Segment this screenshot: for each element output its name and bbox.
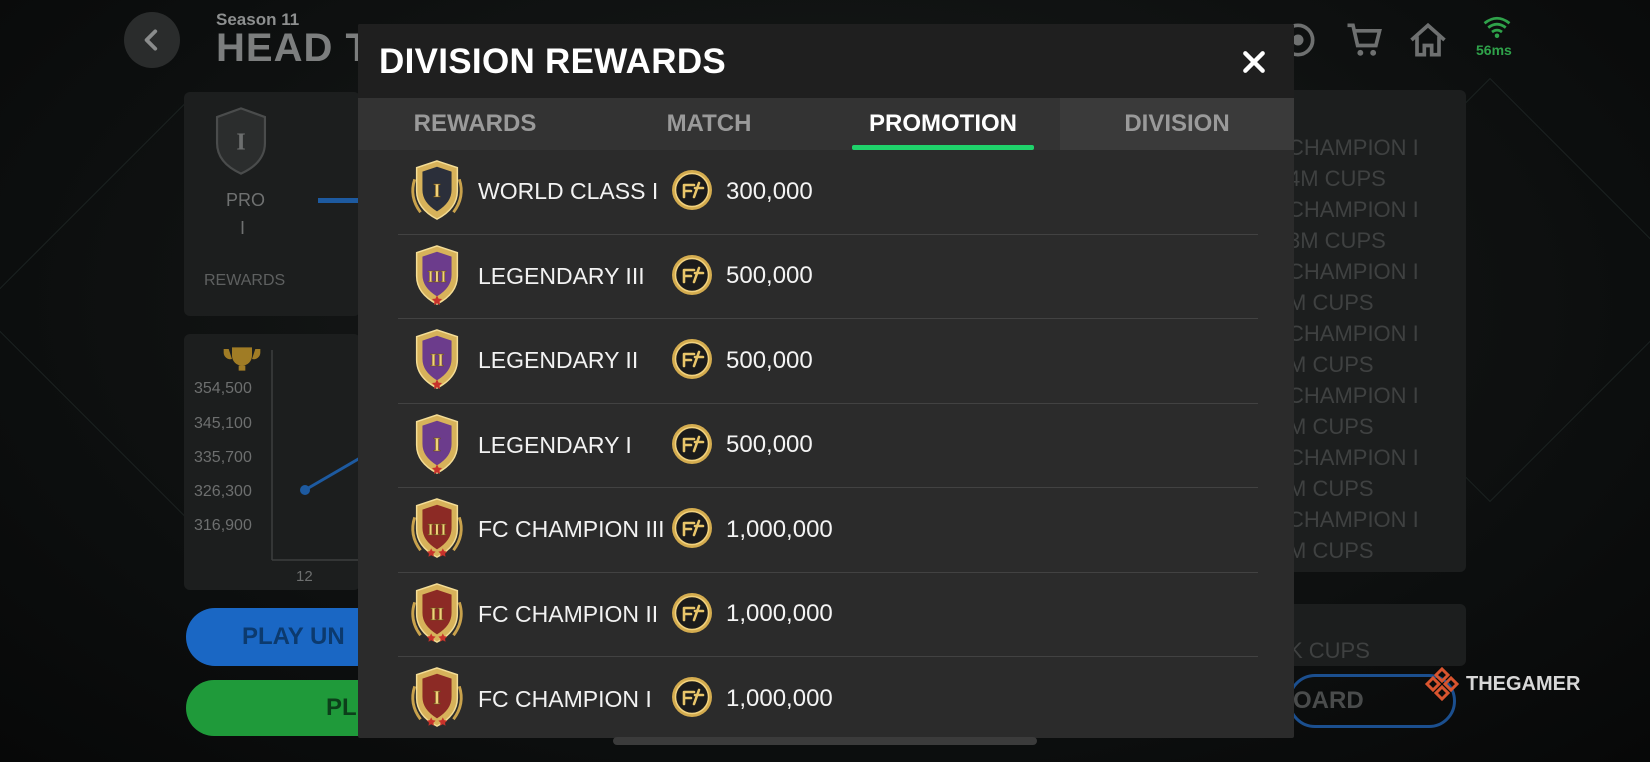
close-button[interactable]	[1234, 42, 1274, 82]
tab-label: DIVISION	[1124, 110, 1230, 137]
legendary-badge-icon: I	[406, 412, 468, 476]
watermark: THEGAMER	[1424, 666, 1580, 702]
current-rank-item: IK CUPS	[1288, 607, 1370, 663]
modal-header: DIVISION REWARDS	[358, 24, 1294, 98]
wifi-icon	[1483, 16, 1511, 38]
chart-y-label: 354,500	[194, 380, 252, 397]
svg-text:II: II	[430, 603, 444, 623]
division-name: FC CHAMPION I	[478, 685, 652, 712]
world-class-badge-icon: I	[406, 158, 468, 222]
svg-text:I: I	[236, 130, 245, 156]
reward-amount: 500,000	[726, 346, 813, 374]
chevron-left-icon	[144, 29, 158, 51]
ping-label: 56ms	[1476, 42, 1512, 58]
tab-rewards[interactable]: REWARDS	[358, 98, 592, 150]
division-name: LEGENDARY II	[478, 347, 639, 374]
chart-y-label: 335,700	[194, 449, 252, 466]
trophy-icon	[223, 347, 261, 371]
tab-label: MATCH	[666, 110, 752, 137]
division-name: LEGENDARY I	[478, 431, 632, 458]
pro-rank: I	[240, 218, 246, 238]
division-name: FC CHAMPION III	[478, 516, 665, 543]
tab-bar: REWARDS MATCH PROMOTION DIVISION	[358, 98, 1294, 150]
leaderboard-button-label: OARD	[1293, 687, 1364, 714]
back-button[interactable]	[124, 12, 180, 68]
svg-text:I: I	[433, 687, 441, 709]
chart-y-label: 316,900	[194, 517, 252, 534]
reward-amount: 1,000,000	[726, 685, 833, 713]
reward-row: III LEGENDARY III 500,000	[398, 235, 1258, 319]
svg-text:II: II	[430, 350, 444, 370]
watermark-text: THEGAMER	[1466, 672, 1581, 695]
ladder-item: CHAMPION I 4M CUPS	[1288, 135, 1419, 191]
play-button-label: PLAY UN	[242, 623, 345, 650]
tab-label: REWARDS	[413, 110, 537, 137]
tab-match[interactable]: MATCH	[592, 98, 826, 150]
coin-icon	[671, 254, 713, 296]
svg-text:III: III	[427, 266, 446, 285]
scrollbar[interactable]	[613, 737, 1037, 745]
pro-badge-icon: I	[215, 107, 267, 175]
play-button-secondary[interactable]: PL	[186, 680, 386, 736]
ladder-item: CHAMPION IM CUPS	[1288, 321, 1419, 377]
reward-amount: 300,000	[726, 177, 813, 205]
tab-promotion[interactable]: PROMOTION	[826, 98, 1060, 150]
play-button[interactable]: PLAY UN	[186, 608, 386, 666]
reward-row: III FC CHAMPION III 1,000,000	[398, 488, 1258, 573]
fc-champion-badge-icon: II	[406, 581, 468, 645]
fc-champion-badge-icon: I	[406, 665, 468, 729]
coin-icon	[671, 423, 713, 465]
ladder-item: CHAMPION IM CUPS	[1288, 383, 1419, 439]
ladder-item: CHAMPION I 3M CUPS	[1288, 197, 1419, 253]
division-name: WORLD CLASS I	[478, 178, 659, 205]
division-name: FC CHAMPION II	[478, 600, 659, 627]
chart-x-label: 12	[296, 568, 313, 585]
reward-amount: 500,000	[726, 431, 813, 459]
close-icon	[1243, 51, 1265, 73]
reward-row: II LEGENDARY II 500,000	[398, 319, 1258, 404]
tab-label: PROMOTION	[869, 110, 1017, 137]
coin-icon	[671, 507, 713, 549]
chart-y-label: 345,100	[194, 415, 252, 432]
coin-icon	[671, 338, 713, 380]
reward-amount: 1,000,000	[726, 600, 833, 628]
chart-y-label: 326,300	[194, 483, 252, 500]
reward-row: I FC CHAMPION I 1,000,000	[398, 657, 1258, 738]
cart-icon[interactable]	[1342, 18, 1386, 62]
svg-text:III: III	[427, 520, 446, 539]
home-icon[interactable]	[1406, 18, 1450, 62]
pro-label: PRO	[226, 190, 266, 210]
promotion-rewards-list: I WORLD CLASS I 300,000 III LEGENDARY III 500…	[398, 150, 1258, 738]
thegamer-logo-icon	[1424, 666, 1460, 702]
tab-division[interactable]: DIVISION	[1060, 98, 1294, 150]
svg-text:I: I	[433, 433, 441, 455]
legendary-badge-icon: III	[406, 243, 468, 307]
ladder-item: CHAMPION IM CUPS	[1288, 259, 1419, 315]
ladder-item: CHAMPION IM CUPS	[1288, 507, 1419, 563]
chart-plot	[271, 350, 360, 561]
coin-icon	[671, 169, 713, 211]
division-rewards-modal: DIVISION REWARDS REWARDS MATCH PROMOTION…	[358, 24, 1294, 738]
division-name: LEGENDARY III	[478, 262, 645, 289]
svg-text:I: I	[433, 180, 441, 202]
coin-icon	[671, 676, 713, 718]
progress-bar	[318, 198, 358, 203]
reward-amount: 500,000	[726, 262, 813, 290]
reward-amount: 1,000,000	[726, 515, 833, 543]
rewards-link[interactable]: REWARDS	[204, 272, 285, 290]
modal-title: DIVISION REWARDS	[379, 42, 727, 81]
reward-row: II FC CHAMPION II 1,000,000	[398, 573, 1258, 657]
ladder-item: CHAMPION IM CUPS	[1288, 445, 1419, 501]
coin-icon	[671, 592, 713, 634]
legendary-badge-icon: II	[406, 327, 468, 391]
fc-champion-badge-icon: III	[406, 496, 468, 560]
reward-row: I WORLD CLASS I 300,000	[398, 150, 1258, 235]
page-title: HEAD T	[216, 26, 371, 70]
play-button2-label: PL	[326, 694, 357, 721]
reward-row: I LEGENDARY I 500,000	[398, 404, 1258, 488]
